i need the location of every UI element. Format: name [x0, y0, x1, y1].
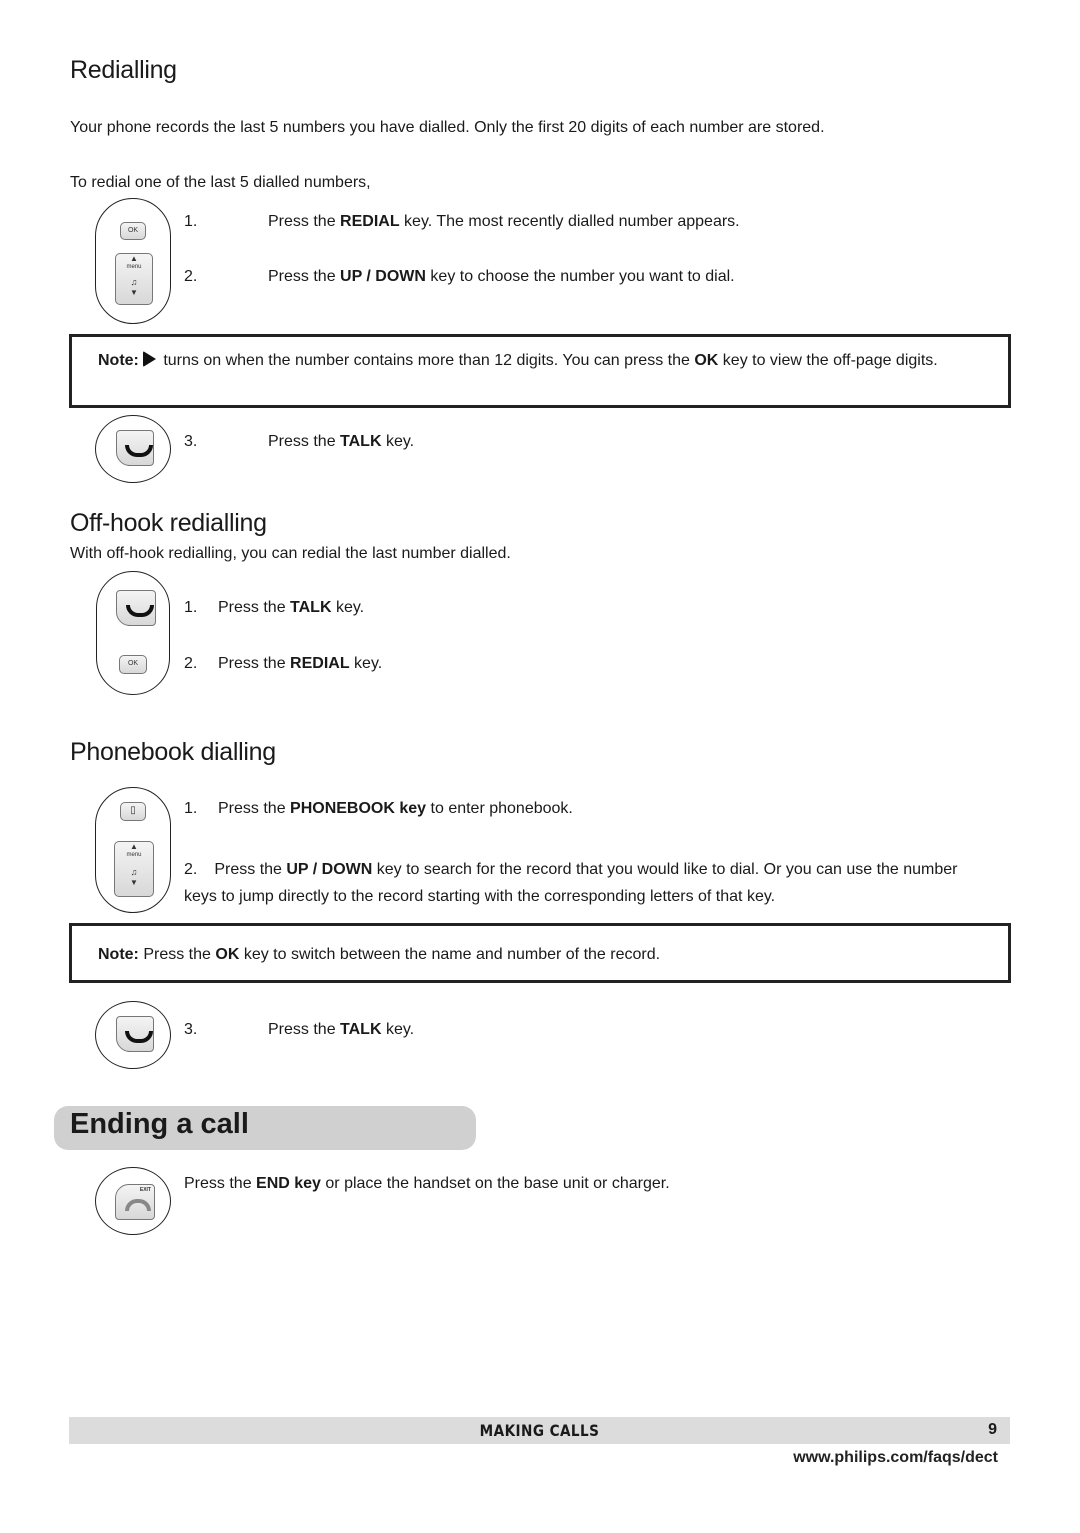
offhook-step-1: Press the TALK key. [218, 599, 364, 617]
right-arrow-icon [142, 351, 156, 367]
step-number: 2. [184, 861, 198, 878]
note-box-redialling: Note: turns on when the number contains … [69, 334, 1011, 408]
redialling-step-2: Press the UP / DOWN key to choose the nu… [268, 268, 735, 286]
phonebook-keys-illustration: ▯ ▲ menu ♫ ▼ [95, 787, 171, 913]
footer-url-link[interactable]: www.philips.com/faqs/dect [793, 1449, 998, 1467]
down-arrow-icon: ▼ [130, 288, 138, 297]
exit-key-label: EXIT [139, 1187, 151, 1193]
step-text: Press the [268, 1021, 341, 1038]
talk-key-icon [116, 590, 156, 626]
step-text: Press the [218, 599, 291, 616]
step-text: Press the [268, 268, 341, 285]
key-name: TALK [340, 1021, 382, 1038]
note-text: Note: Press the OK key to switch between… [98, 945, 660, 965]
section-heading-ending: Ending a call [70, 1108, 249, 1140]
key-name: END key [256, 1175, 321, 1192]
note-body: key to view the off-page digits. [718, 352, 938, 369]
step-number: 1. [184, 599, 198, 616]
step-text: Press the [268, 433, 341, 450]
step-text: Press the [184, 1175, 257, 1192]
offhook-step-2: Press the REDIAL key. [218, 655, 382, 673]
talk-key-illustration [95, 1001, 171, 1069]
step-text: to enter phonebook. [426, 800, 573, 817]
section-heading-phonebook: Phonebook dialling [70, 738, 276, 766]
talk-key-icon [116, 430, 154, 466]
key-name: PHONEBOOK key [290, 800, 427, 817]
offhook-keys-illustration: OK [96, 571, 170, 695]
redialling-intro: Your phone records the last 5 numbers yo… [70, 119, 825, 136]
talk-key-icon [116, 1016, 154, 1052]
note-label: Note: [98, 946, 139, 963]
key-name: OK [215, 946, 240, 963]
step-text: Press the [218, 655, 291, 672]
end-key-icon: EXIT [115, 1184, 155, 1220]
key-name: UP / DOWN [340, 268, 426, 285]
hang-up-handset-icon [125, 1199, 151, 1211]
book-icon: ▯ [130, 805, 136, 816]
handset-icon [125, 1031, 153, 1043]
footer-section-label: MAKING CALLS [479, 1421, 600, 1440]
phonebook-step-3: Press the TALK key. [268, 1021, 414, 1039]
step-text: Press the [214, 861, 287, 878]
step-text: key. [381, 433, 415, 450]
step-text: key. The most recently dialled number ap… [399, 213, 740, 230]
step-text: Press the [268, 213, 341, 230]
redialling-step-3: Press the TALK key. [268, 433, 414, 451]
down-arrow-icon: ▼ [130, 878, 138, 887]
step-number: 2. [184, 655, 198, 672]
step-number: 3. [184, 1021, 198, 1038]
up-arrow-icon: ▲ [130, 842, 138, 851]
step-number: 1. [184, 800, 198, 817]
key-name: OK [694, 352, 719, 369]
key-name: UP / DOWN [286, 861, 373, 878]
key-name: TALK [340, 433, 382, 450]
menu-key-label: menu [126, 264, 142, 270]
footer-bar: MAKING CALLS 9 [69, 1417, 1010, 1444]
key-name: REDIAL [340, 213, 400, 230]
phonebook-step-1: Press the PHONEBOOK key to enter phonebo… [218, 800, 573, 818]
step-text: key. [381, 1021, 415, 1038]
handset-icon [125, 445, 153, 457]
up-down-menu-key-icon: ▲ menu ♫ ▼ [115, 253, 153, 305]
ok-key-label: OK [127, 660, 139, 667]
handset-icon [126, 605, 154, 617]
step-number: 1. [184, 213, 198, 230]
note-body: key to switch between the name and numbe… [239, 946, 661, 963]
step-number: 2. [184, 268, 198, 285]
redialling-step-1: Press the REDIAL key. The most recently … [268, 213, 740, 231]
section-heading-redialling: Redialling [70, 56, 177, 84]
note-body: turns on when the number contains more t… [158, 352, 695, 369]
phone-book-glyph-icon: ♫ [130, 867, 138, 877]
menu-key-label: menu [126, 852, 142, 858]
step-text: or place the handset on the base unit or… [320, 1175, 670, 1192]
ok-key-label: OK [127, 227, 139, 234]
ending-instruction: Press the END key or place the handset o… [184, 1175, 670, 1193]
note-text: Note: turns on when the number contains … [98, 351, 982, 371]
note-body: Press the [138, 946, 216, 963]
step-text: key to choose the number you want to dia… [425, 268, 735, 285]
redialling-lead: To redial one of the last 5 dialled numb… [70, 174, 371, 191]
key-name: TALK [290, 599, 332, 616]
page-number: 9 [988, 1421, 997, 1438]
phone-book-glyph-icon: ♫ [130, 277, 138, 287]
ok-key-icon: OK [120, 222, 146, 240]
talk-key-illustration [95, 415, 171, 483]
up-down-menu-key-icon: ▲ menu ♫ ▼ [114, 841, 154, 897]
end-key-illustration: EXIT [95, 1167, 171, 1235]
step-text: key. [349, 655, 383, 672]
offhook-intro: With off-hook redialling, you can redial… [70, 545, 511, 562]
up-arrow-icon: ▲ [130, 254, 138, 263]
section-heading-offhook: Off-hook redialling [70, 509, 267, 537]
step-text: Press the [218, 800, 291, 817]
phonebook-key-icon: ▯ [120, 802, 146, 821]
handset-keys-illustration: OK ▲ menu ♫ ▼ [95, 198, 171, 324]
step-text: key. [331, 599, 365, 616]
key-name: REDIAL [290, 655, 350, 672]
phonebook-step-2: 2. Press the UP / DOWN key to search for … [184, 856, 984, 910]
note-box-phonebook: Note: Press the OK key to switch between… [69, 923, 1011, 983]
step-number: 3. [184, 433, 198, 450]
note-label: Note: [98, 352, 139, 369]
redial-ok-key-icon: OK [119, 655, 147, 674]
